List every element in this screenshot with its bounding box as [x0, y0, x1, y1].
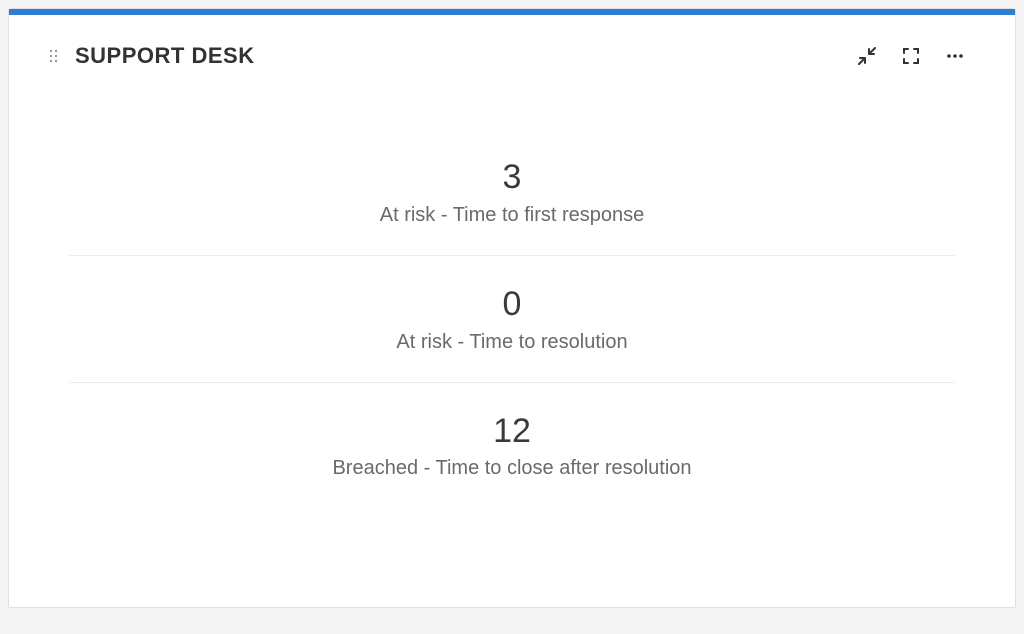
- metric-row[interactable]: 0 At risk - Time to resolution: [69, 256, 955, 383]
- metric-value: 12: [493, 411, 531, 452]
- metric-row[interactable]: 3 At risk - Time to first response: [69, 129, 955, 256]
- drag-handle-icon[interactable]: [49, 49, 61, 63]
- support-desk-card: SUPPORT DESK: [8, 8, 1016, 608]
- header-left: SUPPORT DESK: [49, 43, 255, 69]
- card-body: 3 At risk - Time to first response 0 At …: [9, 89, 1015, 508]
- expand-icon[interactable]: [901, 46, 921, 66]
- card-title: SUPPORT DESK: [75, 43, 255, 69]
- header-actions: [857, 46, 975, 66]
- metric-value: 0: [503, 284, 522, 325]
- metric-label: Breached - Time to close after resolutio…: [332, 457, 691, 480]
- metric-row[interactable]: 12 Breached - Time to close after resolu…: [69, 383, 955, 509]
- card-header: SUPPORT DESK: [9, 15, 1015, 89]
- metric-value: 3: [503, 157, 522, 198]
- more-icon[interactable]: [945, 46, 965, 66]
- metric-label: At risk - Time to first response: [380, 204, 645, 227]
- collapse-icon[interactable]: [857, 46, 877, 66]
- metric-label: At risk - Time to resolution: [396, 331, 627, 354]
